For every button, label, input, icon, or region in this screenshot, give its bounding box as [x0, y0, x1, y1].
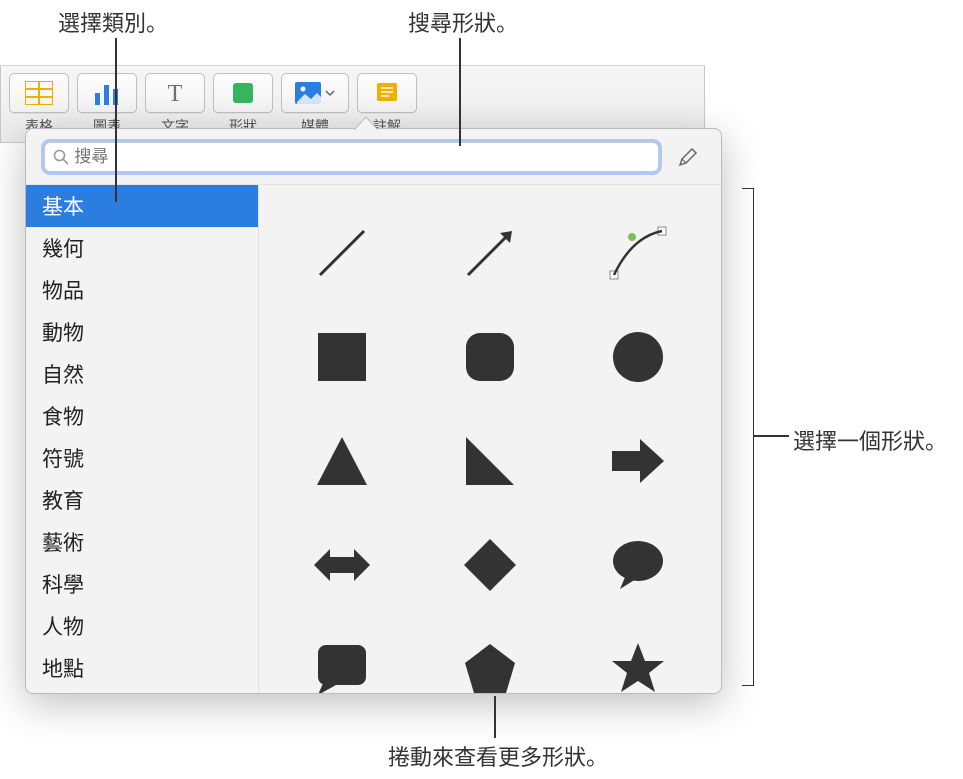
- chevron-down-icon: [325, 89, 335, 97]
- toolbar-item-table[interactable]: 表格: [9, 73, 69, 136]
- sidebar-item-11[interactable]: 地點: [26, 647, 258, 689]
- callout-choose-shape: 選擇一個形狀。: [793, 424, 947, 456]
- shapes-grid[interactable]: [259, 185, 721, 693]
- shapes-popover: 基本幾何物品動物自然食物符號教育藝術科學人物地點活動: [25, 128, 722, 694]
- search-row: [26, 129, 721, 185]
- sidebar-item-9[interactable]: 科學: [26, 563, 258, 605]
- category-sidebar: 基本幾何物品動物自然食物符號教育藝術科學人物地點活動: [26, 185, 259, 693]
- callout-line: [459, 38, 461, 146]
- sidebar-item-10[interactable]: 人物: [26, 605, 258, 647]
- sidebar-item-7[interactable]: 教育: [26, 479, 258, 521]
- media-icon: [295, 82, 321, 104]
- comment-icon: [373, 81, 401, 105]
- search-field-container[interactable]: [44, 142, 659, 172]
- sidebar-item-6[interactable]: 符號: [26, 437, 258, 479]
- sidebar-item-4[interactable]: 自然: [26, 353, 258, 395]
- svg-text:T: T: [168, 81, 183, 105]
- pen-icon: [677, 146, 699, 168]
- sidebar-item-12[interactable]: 活動: [26, 689, 258, 693]
- shape-triangle[interactable]: [302, 421, 382, 501]
- callout-category: 選擇類別。: [58, 6, 168, 38]
- sidebar-item-1[interactable]: 幾何: [26, 227, 258, 269]
- shape-star[interactable]: [598, 629, 678, 693]
- shape-block-arrow-right[interactable]: [598, 421, 678, 501]
- shape-diamond[interactable]: [450, 525, 530, 605]
- toolbar-item-text[interactable]: T 文字: [145, 73, 205, 136]
- toolbar-item-shape[interactable]: 形狀: [213, 73, 273, 136]
- sidebar-item-0[interactable]: 基本: [26, 185, 258, 227]
- toolbar-item-chart[interactable]: 圖表: [77, 73, 137, 136]
- shape-callout-rect[interactable]: [302, 629, 382, 693]
- sidebar-item-3[interactable]: 動物: [26, 311, 258, 353]
- table-icon: [25, 81, 53, 105]
- pen-tool-button[interactable]: [673, 144, 703, 170]
- popover-arrow: [354, 116, 378, 130]
- callout-scroll: 捲動來查看更多形狀。: [388, 740, 608, 772]
- shape-rounded-square[interactable]: [450, 317, 530, 397]
- shape-line[interactable]: [302, 213, 382, 293]
- toolbar-item-media[interactable]: 媒體: [281, 73, 349, 136]
- shape-block-arrow-both[interactable]: [302, 525, 382, 605]
- sidebar-item-5[interactable]: 食物: [26, 395, 258, 437]
- callout-search: 搜尋形狀。: [408, 6, 518, 38]
- shape-arrow-line[interactable]: [450, 213, 530, 293]
- shape-speech-bubble[interactable]: [598, 525, 678, 605]
- shape-pentagon[interactable]: [450, 629, 530, 693]
- shape-icon: [229, 81, 257, 105]
- shape-right-triangle[interactable]: [450, 421, 530, 501]
- callout-line: [115, 38, 117, 202]
- search-icon: [53, 149, 68, 165]
- shape-curve[interactable]: [598, 213, 678, 293]
- shape-circle[interactable]: [598, 317, 678, 397]
- sidebar-item-2[interactable]: 物品: [26, 269, 258, 311]
- search-input[interactable]: [74, 147, 650, 167]
- callout-line: [754, 435, 789, 437]
- chart-icon: [93, 81, 121, 105]
- sidebar-item-8[interactable]: 藝術: [26, 521, 258, 563]
- bracket: [742, 188, 754, 686]
- text-icon: T: [161, 81, 189, 105]
- shape-square[interactable]: [302, 317, 382, 397]
- callout-line: [494, 696, 496, 738]
